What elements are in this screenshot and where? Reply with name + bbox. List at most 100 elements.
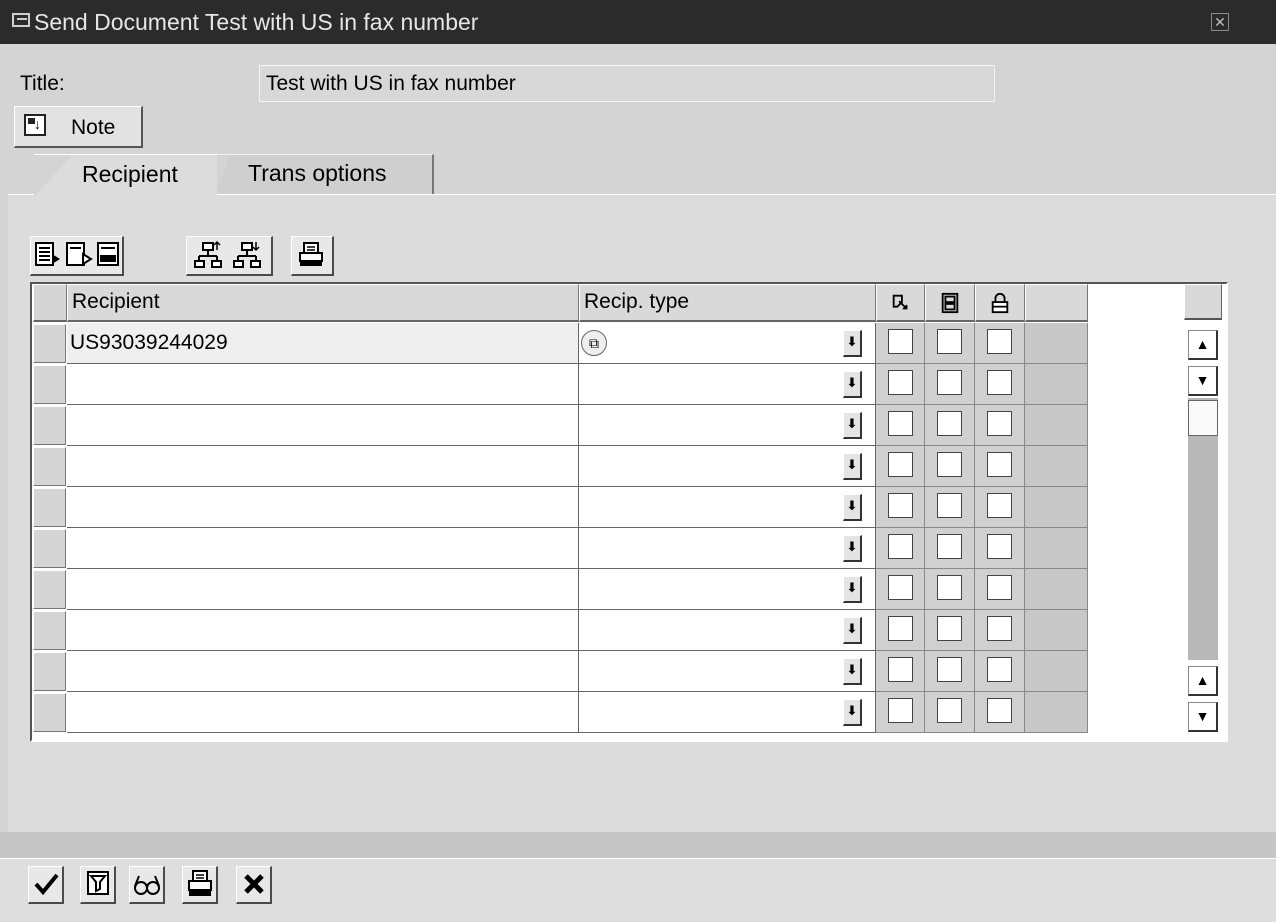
lock-checkbox[interactable] <box>987 329 1012 354</box>
select-all-header[interactable] <box>33 284 67 322</box>
copy-column-header[interactable] <box>925 284 975 322</box>
cancel-button[interactable] <box>236 866 272 904</box>
display-button[interactable] <box>129 866 165 904</box>
tab-trans-options[interactable]: Trans options <box>216 154 434 195</box>
table-settings-button[interactable] <box>1184 284 1222 320</box>
express-checkbox[interactable] <box>888 493 913 518</box>
column-header-recip-type[interactable]: Recip. type <box>579 284 876 322</box>
copy-checkbox[interactable] <box>937 575 962 600</box>
express-checkbox[interactable] <box>888 575 913 600</box>
lock-checkbox[interactable] <box>987 698 1012 723</box>
lock-checkbox[interactable] <box>987 534 1012 559</box>
recip-type-cell[interactable] <box>579 651 876 692</box>
sort-descending-icon[interactable] <box>232 240 261 270</box>
recipient-cell[interactable] <box>67 446 579 487</box>
row-selector[interactable] <box>33 324 66 363</box>
tab-recipient[interactable]: Recipient <box>34 154 217 197</box>
recip-type-cell[interactable]: ⧉ <box>579 323 876 364</box>
recip-type-cell[interactable] <box>579 487 876 528</box>
recipient-cell[interactable] <box>67 692 579 733</box>
lock-checkbox[interactable] <box>987 370 1012 395</box>
row-selector[interactable] <box>33 570 66 609</box>
recip-type-cell[interactable] <box>579 569 876 610</box>
express-checkbox[interactable] <box>888 616 913 641</box>
filter-button[interactable] <box>80 866 116 904</box>
recip-type-dropdown-button[interactable]: ⬇ <box>843 617 862 644</box>
express-checkbox[interactable] <box>888 370 913 395</box>
scroll-down-button[interactable]: ▼ <box>1188 366 1218 396</box>
recipient-cell[interactable] <box>67 569 579 610</box>
copy-checkbox[interactable] <box>937 370 962 395</box>
note-button[interactable]: Note <box>14 106 143 148</box>
recip-type-dropdown-button[interactable]: ⬇ <box>843 330 862 357</box>
copy-checkbox[interactable] <box>937 411 962 436</box>
express-checkbox[interactable] <box>888 452 913 477</box>
express-checkbox[interactable] <box>888 411 913 436</box>
express-column-header[interactable] <box>876 284 925 322</box>
copy-checkbox[interactable] <box>937 534 962 559</box>
lock-checkbox[interactable] <box>987 616 1012 641</box>
row-selector[interactable] <box>33 447 66 486</box>
recipient-cell[interactable] <box>67 528 579 569</box>
print-button[interactable] <box>182 866 218 904</box>
scroll-page-up-button[interactable]: ▲ <box>1188 666 1218 696</box>
lock-checkbox[interactable] <box>987 657 1012 682</box>
recip-type-dropdown-button[interactable]: ⬇ <box>843 371 862 398</box>
delete-row-icon[interactable] <box>95 240 124 270</box>
close-window-icon[interactable]: ✕ <box>1211 13 1229 31</box>
copy-checkbox[interactable] <box>937 616 962 641</box>
express-checkbox[interactable] <box>888 329 913 354</box>
copy-checkbox[interactable] <box>937 698 962 723</box>
row-selector[interactable] <box>33 529 66 568</box>
insert-row-icon[interactable] <box>33 240 62 270</box>
row-selector[interactable] <box>33 693 66 732</box>
row-selector[interactable] <box>33 406 66 445</box>
express-checkbox[interactable] <box>888 698 913 723</box>
column-header-recipient[interactable]: Recipient <box>67 284 579 322</box>
recip-type-cell[interactable] <box>579 364 876 405</box>
print-icon[interactable] <box>297 240 326 270</box>
copy-checkbox[interactable] <box>937 657 962 682</box>
lock-checkbox[interactable] <box>987 493 1012 518</box>
recip-type-dropdown-button[interactable]: ⬇ <box>843 535 862 562</box>
recip-type-dropdown-button[interactable]: ⬇ <box>843 453 862 480</box>
recip-type-dropdown-button[interactable]: ⬇ <box>843 412 862 439</box>
recipient-cell[interactable]: US93039244029 <box>67 323 579 364</box>
confirm-button[interactable] <box>28 866 64 904</box>
recipient-cell[interactable] <box>67 405 579 446</box>
recip-type-dropdown-button[interactable]: ⬇ <box>843 494 862 521</box>
recip-type-cell[interactable] <box>579 446 876 487</box>
sort-ascending-icon[interactable] <box>193 240 222 270</box>
recip-type-cell[interactable] <box>579 692 876 733</box>
scrollbar-thumb[interactable] <box>1188 400 1218 436</box>
express-checkbox[interactable] <box>888 657 913 682</box>
lock-checkbox[interactable] <box>987 575 1012 600</box>
row-selector[interactable] <box>33 652 66 691</box>
lock-column-header[interactable] <box>975 284 1025 322</box>
append-row-icon[interactable] <box>64 240 93 270</box>
row-selector[interactable] <box>33 611 66 650</box>
recip-type-dropdown-button[interactable]: ⬇ <box>843 658 862 685</box>
copy-checkbox[interactable] <box>937 329 962 354</box>
lock-checkbox[interactable] <box>987 452 1012 477</box>
scrollbar-track[interactable] <box>1188 398 1218 660</box>
send-document-dialog: Send Document Test with US in fax number… <box>0 0 1276 922</box>
scroll-up-button[interactable]: ▲ <box>1188 330 1218 360</box>
recipient-cell[interactable] <box>67 651 579 692</box>
row-selector[interactable] <box>33 365 66 404</box>
recipient-cell[interactable] <box>67 487 579 528</box>
recipient-cell[interactable] <box>67 610 579 651</box>
recipient-cell[interactable] <box>67 364 579 405</box>
row-selector[interactable] <box>33 488 66 527</box>
lock-checkbox[interactable] <box>987 411 1012 436</box>
recip-type-cell[interactable] <box>579 405 876 446</box>
recip-type-dropdown-button[interactable]: ⬇ <box>843 699 862 726</box>
express-checkbox[interactable] <box>888 534 913 559</box>
recip-type-cell[interactable] <box>579 610 876 651</box>
title-field[interactable]: Test with US in fax number <box>259 65 995 102</box>
recip-type-cell[interactable] <box>579 528 876 569</box>
recip-type-dropdown-button[interactable]: ⬇ <box>843 576 862 603</box>
copy-checkbox[interactable] <box>937 493 962 518</box>
scroll-page-down-button[interactable]: ▼ <box>1188 702 1218 732</box>
copy-checkbox[interactable] <box>937 452 962 477</box>
